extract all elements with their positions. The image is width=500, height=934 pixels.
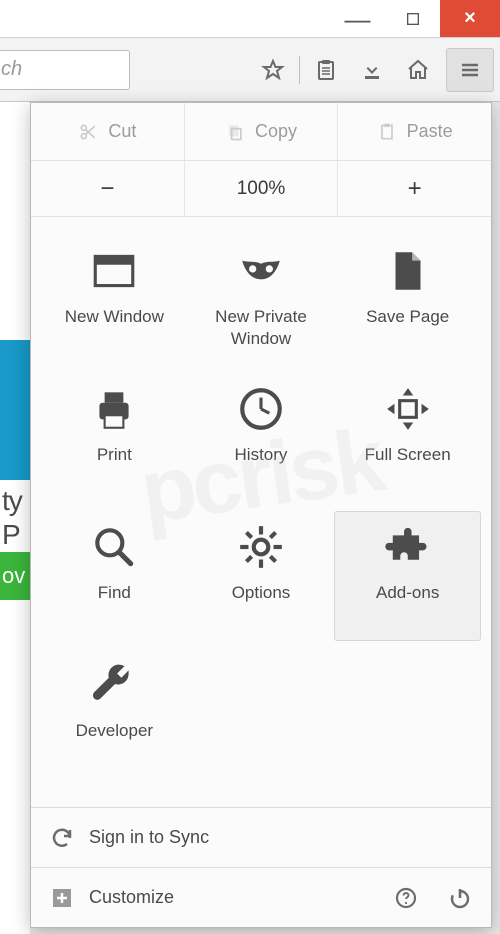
find-label: Find <box>98 582 131 604</box>
printer-icon <box>87 382 141 436</box>
full-screen-label: Full Screen <box>365 444 451 466</box>
hamburger-menu-panel: Cut Copy Paste − 100% + pcrisk New Windo… <box>30 102 492 928</box>
scissors-icon <box>78 122 98 142</box>
cut-label: Cut <box>108 121 136 142</box>
clipboard-row: Cut Copy Paste <box>31 103 491 161</box>
magnifier-icon <box>87 520 141 574</box>
history-button[interactable]: History <box>188 373 335 503</box>
search-input[interactable]: ch <box>0 50 130 90</box>
history-label: History <box>235 444 288 466</box>
addons-button[interactable]: Add-ons <box>334 511 481 641</box>
downloads-icon[interactable] <box>350 48 394 92</box>
search-input-text: ch <box>1 58 22 81</box>
toolbar-separator <box>299 56 300 84</box>
new-private-label: New Private Window <box>215 306 307 350</box>
full-screen-button[interactable]: Full Screen <box>334 373 481 503</box>
gear-icon <box>234 520 288 574</box>
new-window-label: New Window <box>65 306 164 328</box>
window-icon <box>87 244 141 298</box>
browser-toolbar: ch <box>0 38 500 102</box>
paste-button[interactable]: Paste <box>338 103 491 160</box>
menu-grid: pcrisk New Window New Private Window Sav… <box>31 217 491 807</box>
sync-label: Sign in to Sync <box>89 827 209 848</box>
bookmark-star-icon[interactable] <box>251 48 295 92</box>
customize-label: Customize <box>89 887 174 908</box>
save-page-button[interactable]: Save Page <box>334 235 481 365</box>
zoom-out-button[interactable]: − <box>31 161 185 216</box>
page-background-strip: tyP ov <box>0 340 30 600</box>
window-titlebar: — × <box>0 0 500 38</box>
plus-box-icon <box>49 885 75 911</box>
window-close-button[interactable]: × <box>440 0 500 37</box>
page-icon <box>381 244 435 298</box>
paste-label: Paste <box>407 121 453 142</box>
cut-button[interactable]: Cut <box>31 103 185 160</box>
help-button[interactable] <box>393 885 419 911</box>
help-icon <box>394 886 418 910</box>
clock-icon <box>234 382 288 436</box>
options-button[interactable]: Options <box>188 511 335 641</box>
mask-icon <box>234 244 288 298</box>
developer-button[interactable]: Developer <box>41 649 188 779</box>
copy-icon <box>225 122 245 142</box>
new-private-window-button[interactable]: New Private Window <box>188 235 335 365</box>
addons-label: Add-ons <box>376 582 439 604</box>
fullscreen-icon <box>381 382 435 436</box>
hamburger-menu-button[interactable] <box>446 48 494 92</box>
zoom-row: − 100% + <box>31 161 491 217</box>
print-button[interactable]: Print <box>41 373 188 503</box>
power-icon <box>448 886 472 910</box>
zoom-in-button[interactable]: + <box>338 161 491 216</box>
copy-button[interactable]: Copy <box>185 103 339 160</box>
sign-in-sync-button[interactable]: Sign in to Sync <box>31 807 491 867</box>
quit-button[interactable] <box>447 885 473 911</box>
customize-button[interactable]: Customize <box>49 885 174 911</box>
customize-row: Customize <box>31 867 491 927</box>
home-icon[interactable] <box>396 48 440 92</box>
clipboard-list-icon[interactable] <box>304 48 348 92</box>
find-button[interactable]: Find <box>41 511 188 641</box>
save-page-label: Save Page <box>366 306 449 328</box>
copy-label: Copy <box>255 121 297 142</box>
options-label: Options <box>232 582 291 604</box>
sync-icon <box>49 825 75 851</box>
new-window-button[interactable]: New Window <box>41 235 188 365</box>
window-maximize-button[interactable] <box>385 0 440 37</box>
paste-icon <box>377 122 397 142</box>
wrench-icon <box>87 658 141 712</box>
developer-label: Developer <box>76 720 154 742</box>
print-label: Print <box>97 444 132 466</box>
puzzle-icon <box>381 520 435 574</box>
zoom-value[interactable]: 100% <box>185 161 339 216</box>
window-minimize-button[interactable]: — <box>330 0 385 37</box>
